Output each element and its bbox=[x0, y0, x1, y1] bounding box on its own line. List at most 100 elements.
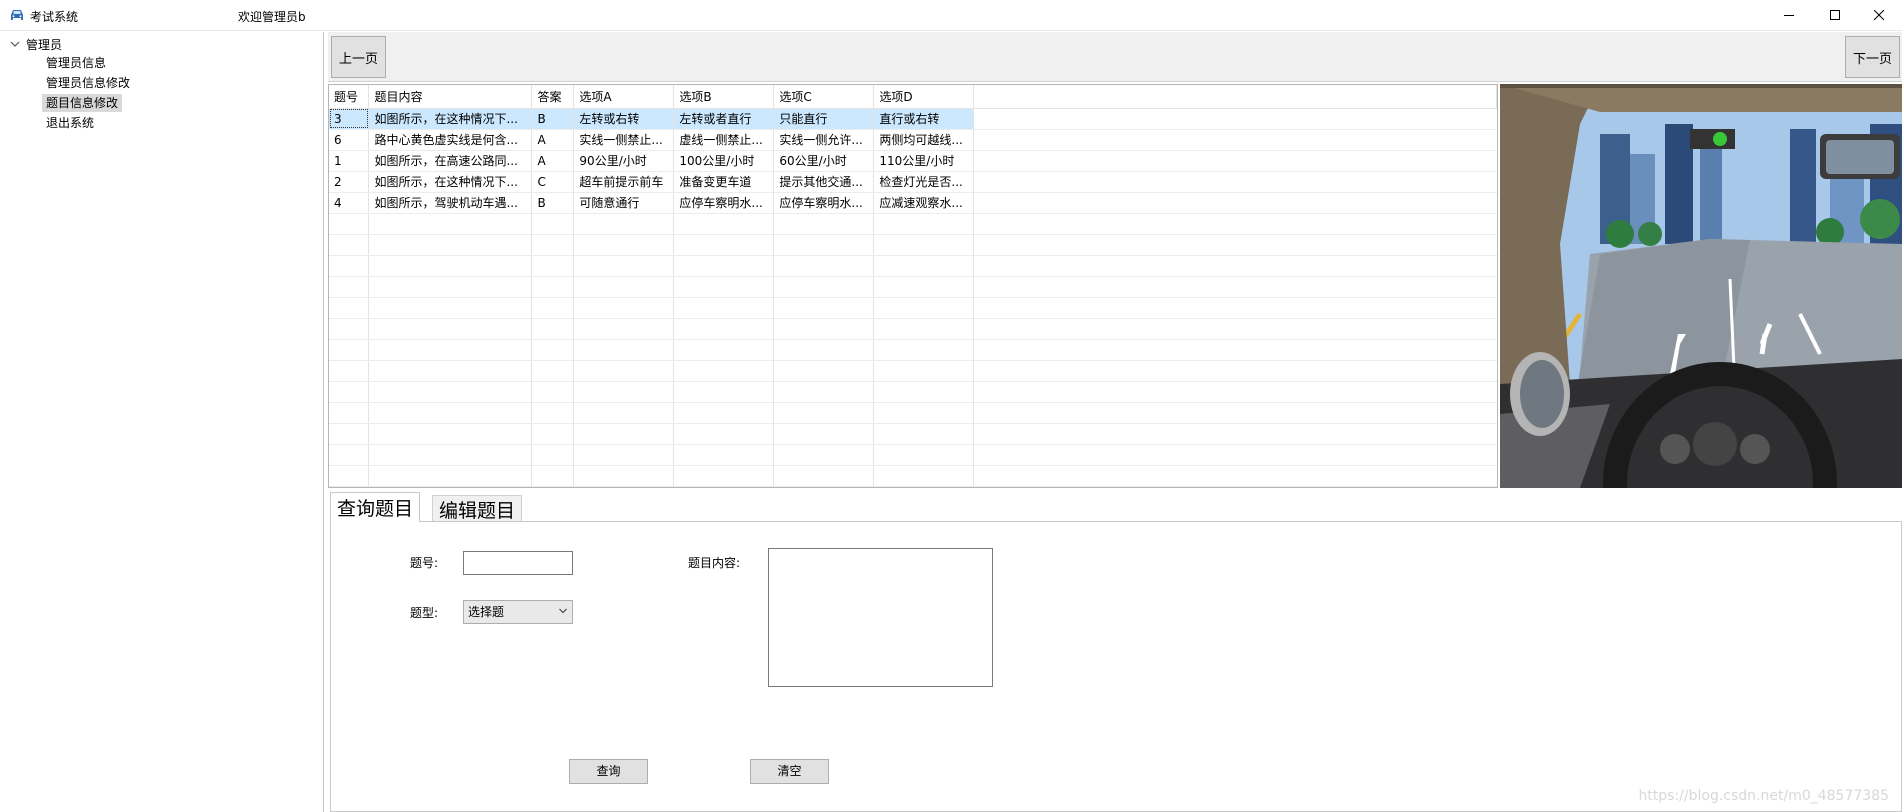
tab-edit[interactable]: 编辑题目 bbox=[432, 495, 523, 522]
driving-scene-illustration bbox=[1500, 84, 1902, 488]
welcome-text: 欢迎管理员b bbox=[238, 10, 306, 24]
query-button[interactable]: 查询 bbox=[569, 759, 648, 784]
table-cell[interactable]: 110公里/小时 bbox=[873, 150, 975, 172]
table-cell[interactable]: 6 bbox=[329, 129, 370, 151]
chevron-down-icon[interactable] bbox=[8, 37, 22, 51]
table-row[interactable]: 2 如图所示，在这种情况下... C 超车前提示前车 准备变更车道 提示其他交通… bbox=[329, 171, 1497, 193]
tree-item-admin-edit[interactable]: 管理员信息修改 bbox=[42, 74, 134, 92]
table-cell[interactable]: 1 bbox=[329, 150, 370, 172]
nav-tree: 管理员 管理员信息 管理员信息修改 题目信息修改 退出系统 bbox=[0, 32, 324, 812]
table-cell[interactable]: 超车前提示前车 bbox=[573, 171, 675, 193]
table-row[interactable]: 6 路中心黄色虚实线是何含... A 实线一侧禁止... 虚线一侧禁止... 实… bbox=[329, 129, 1497, 151]
table-cell[interactable]: 如图所示，驾驶机动车遇... bbox=[368, 192, 533, 214]
empty-row bbox=[329, 339, 1497, 361]
empty-row bbox=[329, 255, 1497, 277]
column-header-option-a[interactable]: 选项A bbox=[573, 85, 675, 109]
column-header-content[interactable]: 题目内容 bbox=[368, 85, 533, 109]
empty-row bbox=[329, 276, 1497, 298]
tab-query[interactable]: 查询题目 bbox=[330, 492, 421, 522]
empty-row bbox=[329, 213, 1497, 235]
question-content-input[interactable] bbox=[768, 548, 993, 687]
table-cell[interactable]: 准备变更车道 bbox=[673, 171, 775, 193]
minimize-icon bbox=[1784, 15, 1794, 16]
table-cell[interactable]: 应停车察明水... bbox=[673, 192, 775, 214]
column-header-id[interactable]: 题号 bbox=[329, 85, 370, 109]
maximize-icon bbox=[1830, 10, 1840, 20]
table-cell[interactable]: 如图所示，在这种情况下... bbox=[368, 108, 533, 130]
questions-grid[interactable]: 题号 题目内容 答案 选项A 选项B 选项C 选项D 3 如图所示，在这种情况下… bbox=[328, 84, 1498, 488]
question-id-label: 题号: bbox=[410, 556, 439, 570]
table-cell[interactable]: A bbox=[531, 150, 575, 172]
empty-row bbox=[329, 360, 1497, 382]
table-cell[interactable]: 只能直行 bbox=[773, 108, 875, 130]
table-cell[interactable]: 左转或者直行 bbox=[673, 108, 775, 130]
table-cell[interactable]: 2 bbox=[329, 171, 370, 193]
empty-row bbox=[329, 465, 1497, 487]
table-filler-cell bbox=[973, 150, 1497, 172]
question-tabs: 查询题目 编辑题目 题号: 题型: 选择题 题目内容: 查询 清空 https:… bbox=[328, 492, 1902, 812]
column-header-option-b[interactable]: 选项B bbox=[673, 85, 775, 109]
table-row[interactable]: 4 如图所示，驾驶机动车遇... B 可随意通行 应停车察明水... 应停车察明… bbox=[329, 192, 1497, 214]
question-type-value: 选择题 bbox=[468, 605, 505, 619]
empty-row bbox=[329, 381, 1497, 403]
empty-row bbox=[329, 444, 1497, 466]
table-cell[interactable]: C bbox=[531, 171, 575, 193]
table-cell[interactable]: 如图所示，在高速公路同... bbox=[368, 150, 533, 172]
table-cell[interactable]: A bbox=[531, 129, 575, 151]
table-row[interactable]: 3 如图所示，在这种情况下... B 左转或右转 左转或者直行 只能直行 直行或… bbox=[329, 108, 1497, 130]
tree-item-question-edit[interactable]: 题目信息修改 bbox=[42, 94, 123, 112]
tree-item-admin-info[interactable]: 管理员信息 bbox=[42, 54, 110, 72]
table-cell[interactable]: 4 bbox=[329, 192, 370, 214]
table-filler-cell bbox=[973, 129, 1497, 151]
query-panel: 题号: 题型: 选择题 题目内容: 查询 清空 https://blog.csd… bbox=[330, 521, 1902, 812]
question-type-select[interactable]: 选择题 bbox=[463, 600, 573, 624]
table-cell[interactable]: 实线一侧禁止... bbox=[573, 129, 675, 151]
table-cell[interactable]: 两侧均可越线... bbox=[873, 129, 975, 151]
table-cell[interactable]: B bbox=[531, 108, 575, 130]
empty-row bbox=[329, 297, 1497, 319]
table-filler-cell bbox=[973, 171, 1497, 193]
table-cell[interactable]: 直行或右转 bbox=[873, 108, 975, 130]
table-cell[interactable]: 提示其他交通... bbox=[773, 171, 875, 193]
column-header-filler bbox=[973, 85, 1497, 109]
grid-header: 题号 题目内容 答案 选项A 选项B 选项C 选项D bbox=[329, 85, 1497, 109]
tree-item-exit[interactable]: 退出系统 bbox=[42, 114, 98, 132]
next-page-button[interactable]: 下一页 bbox=[1845, 36, 1900, 78]
table-row[interactable]: 1 如图所示，在高速公路同... A 90公里/小时 100公里/小时 60公里… bbox=[329, 150, 1497, 172]
question-image bbox=[1500, 84, 1902, 488]
table-cell[interactable]: B bbox=[531, 192, 575, 214]
table-cell[interactable]: 如图所示，在这种情况下... bbox=[368, 171, 533, 193]
maximize-button[interactable] bbox=[1812, 0, 1858, 30]
close-icon bbox=[1874, 10, 1884, 20]
table-cell[interactable]: 60公里/小时 bbox=[773, 150, 875, 172]
car-icon bbox=[11, 10, 23, 20]
minimize-button[interactable] bbox=[1766, 0, 1812, 30]
table-cell[interactable]: 3 bbox=[329, 108, 370, 130]
table-cell[interactable]: 可随意通行 bbox=[573, 192, 675, 214]
empty-row bbox=[329, 423, 1497, 445]
column-header-option-d[interactable]: 选项D bbox=[873, 85, 975, 109]
clear-button[interactable]: 清空 bbox=[750, 759, 829, 784]
table-cell[interactable]: 虚线一侧禁止... bbox=[673, 129, 775, 151]
empty-row bbox=[329, 234, 1497, 256]
column-header-option-c[interactable]: 选项C bbox=[773, 85, 875, 109]
table-cell[interactable]: 实线一侧允许... bbox=[773, 129, 875, 151]
tree-root-label: 管理员 bbox=[26, 37, 63, 52]
question-type-label: 题型: bbox=[410, 606, 439, 620]
table-cell[interactable]: 检查灯光是否... bbox=[873, 171, 975, 193]
table-cell[interactable]: 应减速观察水... bbox=[873, 192, 975, 214]
app-title: 考试系统 bbox=[30, 10, 79, 24]
chevron-down-icon bbox=[559, 608, 567, 614]
table-cell[interactable]: 90公里/小时 bbox=[573, 150, 675, 172]
table-cell[interactable]: 应停车察明水... bbox=[773, 192, 875, 214]
table-cell[interactable]: 路中心黄色虚实线是何含... bbox=[368, 129, 533, 151]
empty-row bbox=[329, 318, 1497, 340]
tree-root[interactable]: 管理员 bbox=[8, 35, 62, 53]
close-button[interactable] bbox=[1856, 0, 1902, 30]
table-cell[interactable]: 100公里/小时 bbox=[673, 150, 775, 172]
table-cell[interactable]: 左转或右转 bbox=[573, 108, 675, 130]
column-header-answer[interactable]: 答案 bbox=[531, 85, 575, 109]
title-bar: 考试系统 欢迎管理员b bbox=[0, 0, 1902, 31]
prev-page-button[interactable]: 上一页 bbox=[331, 36, 386, 78]
question-id-input[interactable] bbox=[463, 551, 573, 575]
